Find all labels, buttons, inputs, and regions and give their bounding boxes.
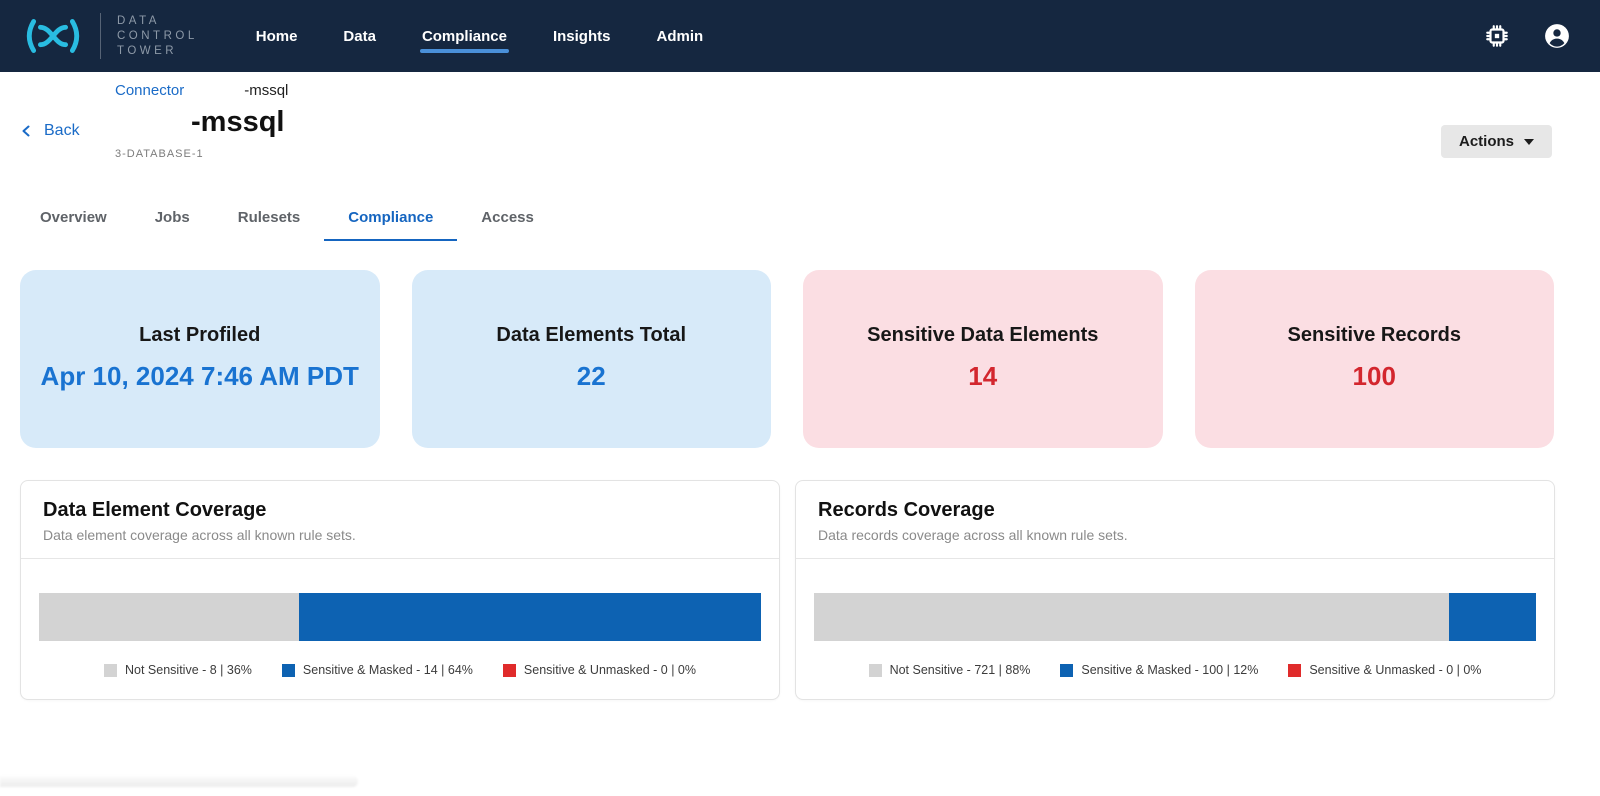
breadcrumb: Connector -mssql xyxy=(115,82,288,99)
main-nav: Home Data Compliance Insights Admin xyxy=(256,0,703,72)
chart-subtitle: Data element coverage across all known r… xyxy=(43,527,757,543)
top-navbar: DATACONTROLTOWER Home Data Compliance Insig… xyxy=(0,0,1600,72)
brand-line: CONTROL xyxy=(117,29,198,43)
navbar-right xyxy=(1484,23,1570,49)
stat-card-data-elements-total: Data Elements Total 22 xyxy=(412,270,772,448)
nav-item-compliance[interactable]: Compliance xyxy=(422,0,507,72)
chip-icon[interactable] xyxy=(1484,23,1510,49)
legend-item-not-sensitive: Not Sensitive - 721 | 88% xyxy=(869,663,1031,677)
chart-title: Records Coverage xyxy=(818,499,1532,522)
legend-label: Sensitive & Unmasked - 0 | 0% xyxy=(524,663,696,677)
breadcrumb-current: -mssql xyxy=(244,82,288,99)
tab-jobs[interactable]: Jobs xyxy=(131,196,214,241)
actions-button[interactable]: Actions xyxy=(1441,125,1552,158)
breadcrumb-connector-link[interactable]: Connector xyxy=(115,82,184,99)
stat-card-value: 100 xyxy=(1353,359,1396,394)
stacked-bar xyxy=(39,593,761,641)
legend-item-sensitive-unmasked: Sensitive & Unmasked - 0 | 0% xyxy=(1288,663,1481,677)
delphix-logo-icon xyxy=(22,16,84,56)
stat-card-value: 22 xyxy=(577,359,606,394)
back-label: Back xyxy=(44,122,80,140)
legend-label: Sensitive & Masked - 14 | 64% xyxy=(303,663,473,677)
stat-cards-row: Last Profiled Apr 10, 2024 7:46 AM PDT Dat… xyxy=(20,270,1554,448)
actions-button-label: Actions xyxy=(1459,133,1514,150)
brand-logo[interactable]: DATACONTROLTOWER xyxy=(22,13,198,59)
bar-segment-not-sensitive xyxy=(814,593,1449,641)
legend-item-sensitive-masked: Sensitive & Masked - 14 | 64% xyxy=(282,663,473,677)
stat-card-title: Sensitive Data Elements xyxy=(867,324,1098,347)
account-icon[interactable] xyxy=(1544,23,1570,49)
app-window: DATACONTROLTOWER Home Data Compliance Insig… xyxy=(0,0,1600,796)
page-title: -mssql xyxy=(191,106,288,139)
chart-subtitle: Data records coverage across all known r… xyxy=(818,527,1532,543)
chart-card-data-element-coverage: Data Element Coverage Data element covera… xyxy=(20,480,780,700)
legend-swatch xyxy=(1288,664,1301,677)
bar-segment-sensitive-masked xyxy=(299,593,761,641)
chart-title: Data Element Coverage xyxy=(43,499,757,522)
bar-segment-sensitive-masked xyxy=(1449,593,1536,641)
stat-card-title: Last Profiled xyxy=(139,324,260,347)
page-subtitle: 3-DATABASE-1 xyxy=(115,148,288,160)
legend-item-not-sensitive: Not Sensitive - 8 | 36% xyxy=(104,663,252,677)
stat-card-value: Apr 10, 2024 7:46 AM PDT xyxy=(41,359,359,394)
legend-swatch xyxy=(104,664,117,677)
legend-item-sensitive-masked: Sensitive & Masked - 100 | 12% xyxy=(1060,663,1258,677)
stat-card-title: Sensitive Records xyxy=(1288,324,1461,347)
stat-card-last-profiled: Last Profiled Apr 10, 2024 7:46 AM PDT xyxy=(20,270,380,448)
bottom-shadow-artifact xyxy=(0,776,358,787)
nav-item-data[interactable]: Data xyxy=(343,0,376,72)
tab-overview[interactable]: Overview xyxy=(16,196,131,241)
legend-label: Not Sensitive - 721 | 88% xyxy=(890,663,1031,677)
chart-legend: Not Sensitive - 8 | 36% Sensitive & Maske… xyxy=(21,663,779,695)
chart-header: Data Element Coverage Data element covera… xyxy=(21,481,779,559)
legend-swatch xyxy=(1060,664,1073,677)
tab-access[interactable]: Access xyxy=(457,196,558,241)
stat-card-title: Data Elements Total xyxy=(496,324,686,347)
legend-swatch xyxy=(503,664,516,677)
legend-label: Not Sensitive - 8 | 36% xyxy=(125,663,252,677)
legend-item-sensitive-unmasked: Sensitive & Unmasked - 0 | 0% xyxy=(503,663,696,677)
legend-swatch xyxy=(869,664,882,677)
caret-down-icon xyxy=(1524,139,1534,145)
brand-line: TOWER xyxy=(117,44,198,58)
title-block: Connector -mssql -mssql 3-DATABASE-1 xyxy=(115,82,288,160)
tab-compliance[interactable]: Compliance xyxy=(324,196,457,241)
stat-card-value: 14 xyxy=(968,359,997,394)
chart-legend: Not Sensitive - 721 | 88% Sensitive & Mas… xyxy=(796,663,1554,695)
stat-card-sensitive-data-elements: Sensitive Data Elements 14 xyxy=(803,270,1163,448)
nav-item-admin[interactable]: Admin xyxy=(656,0,703,72)
legend-label: Sensitive & Unmasked - 0 | 0% xyxy=(1309,663,1481,677)
brand-divider xyxy=(100,13,101,59)
back-button[interactable]: Back xyxy=(20,122,80,140)
nav-item-home[interactable]: Home xyxy=(256,0,298,72)
stat-card-sensitive-records: Sensitive Records 100 xyxy=(1195,270,1555,448)
bar-segment-not-sensitive xyxy=(39,593,299,641)
stacked-bar xyxy=(814,593,1536,641)
legend-swatch xyxy=(282,664,295,677)
chart-header: Records Coverage Data records coverage ac… xyxy=(796,481,1554,559)
tab-rulesets[interactable]: Rulesets xyxy=(214,196,325,241)
page-header: Back Connector -mssql -mssql 3-DATABASE-… xyxy=(0,72,1600,184)
chart-card-records-coverage: Records Coverage Data records coverage ac… xyxy=(795,480,1555,700)
legend-label: Sensitive & Masked - 100 | 12% xyxy=(1081,663,1258,677)
coverage-charts-row: Data Element Coverage Data element covera… xyxy=(20,480,1555,700)
nav-item-insights[interactable]: Insights xyxy=(553,0,611,72)
detail-tabs: OverviewJobsRulesetsComplianceAccess xyxy=(16,196,1600,241)
chevron-left-icon xyxy=(20,125,32,137)
brand-wordmark: DATACONTROLTOWER xyxy=(117,14,198,58)
brand-line: DATA xyxy=(117,14,198,28)
